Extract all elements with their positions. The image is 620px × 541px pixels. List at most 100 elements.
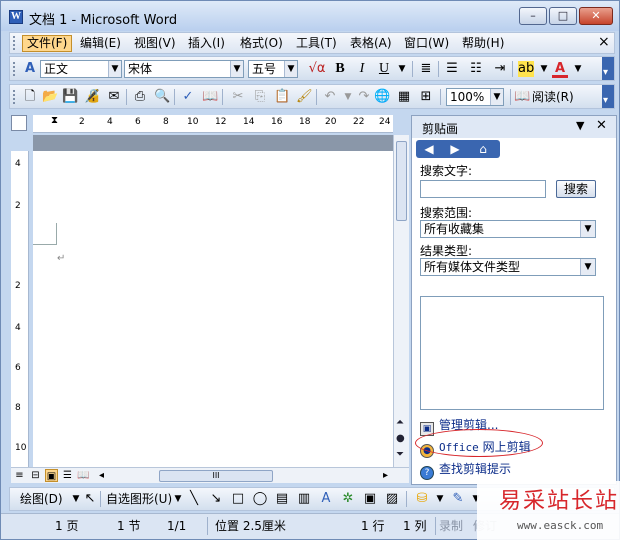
vertical-scroll-thumb[interactable]: [396, 141, 407, 221]
insert-table-icon[interactable]: ⊞: [418, 89, 434, 105]
clip-art-icon[interactable]: ▣: [362, 491, 378, 507]
clip-tips-link[interactable]: ? 查找剪辑提示: [420, 460, 511, 480]
menu-help[interactable]: 帮助(H): [458, 35, 508, 52]
bold-button[interactable]: B: [332, 61, 348, 77]
back-icon[interactable]: ◀: [420, 141, 438, 157]
minimize-button[interactable]: –: [519, 7, 547, 25]
vertical-ruler[interactable]: 4 2 2 4 6 8 10: [11, 151, 29, 467]
picture-icon[interactable]: ▨: [384, 491, 400, 507]
open-folder-icon[interactable]: 📂: [42, 89, 58, 105]
rectangle-icon[interactable]: □: [230, 491, 246, 507]
previous-page-icon[interactable]: ⏶: [396, 417, 404, 428]
autoshapes-menu-button[interactable]: 自选图形(U): [106, 491, 172, 507]
menu-view[interactable]: 视图(V): [130, 35, 180, 52]
redo-icon[interactable]: ↷: [356, 89, 372, 105]
search-button[interactable]: 搜索: [556, 180, 596, 198]
undo-icon[interactable]: ↶: [322, 89, 338, 105]
clip-results-box[interactable]: [420, 296, 604, 410]
horizontal-scrollbar[interactable]: ≡ ⊟ ▣ ☰ 📖 ◂ III ▸: [11, 467, 409, 483]
horizontal-scroll-thumb[interactable]: III: [159, 470, 273, 482]
search-text-input[interactable]: [420, 180, 546, 198]
forward-icon[interactable]: ▶: [446, 141, 464, 157]
chevron-down-icon[interactable]: ▼: [570, 61, 586, 77]
chevron-down-icon[interactable]: ▼: [108, 61, 121, 77]
research-icon[interactable]: 📖: [202, 89, 218, 105]
task-pane-menu-icon[interactable]: ▼: [576, 119, 584, 132]
styles-formatting-icon[interactable]: A: [22, 61, 38, 77]
web-view-icon[interactable]: ⊟: [29, 469, 42, 482]
text-box-icon[interactable]: ▤: [274, 491, 290, 507]
format-painter-icon[interactable]: 🖌: [296, 89, 313, 105]
horizontal-ruler[interactable]: 2 4 6 8 10 12 14 16 18 20 22 24 ⧗: [33, 115, 393, 133]
chevron-down-icon[interactable]: ▼: [394, 61, 410, 77]
justify-icon[interactable]: ≣: [418, 61, 434, 77]
next-page-icon[interactable]: ⏷: [396, 449, 404, 460]
chevron-down-icon[interactable]: ▼: [340, 89, 356, 105]
document-close-icon[interactable]: ×: [598, 34, 610, 50]
vertical-text-box-icon[interactable]: ▥: [296, 491, 312, 507]
print-preview-icon[interactable]: 🔍: [154, 89, 170, 105]
paste-icon[interactable]: 📋: [274, 89, 290, 105]
font-size-combo[interactable]: 五号 ▼: [248, 60, 298, 78]
home-icon[interactable]: ⌂: [474, 141, 492, 157]
tables-borders-icon[interactable]: ▦: [396, 89, 412, 105]
oval-icon[interactable]: ◯: [252, 491, 268, 507]
chevron-down-icon[interactable]: ▼: [230, 61, 243, 77]
vertical-scrollbar[interactable]: ⏶ ● ⏷: [393, 135, 409, 467]
chevron-down-icon[interactable]: ▼: [536, 61, 552, 77]
save-icon[interactable]: 💾: [62, 89, 78, 105]
normal-view-icon[interactable]: ≡: [13, 469, 26, 482]
status-record[interactable]: 录制: [439, 518, 463, 534]
chevron-down-icon[interactable]: ▼: [432, 491, 448, 507]
line-color-icon[interactable]: ✎: [450, 491, 466, 507]
chevron-down-icon[interactable]: ▼: [580, 221, 595, 237]
toolbar-grip[interactable]: [13, 62, 16, 76]
print-layout-view-icon[interactable]: ▣: [45, 469, 58, 482]
close-button[interactable]: ✕: [579, 7, 613, 25]
bullet-list-icon[interactable]: ☷: [468, 61, 484, 77]
menu-file[interactable]: 文件(F): [22, 35, 73, 52]
tab-selector[interactable]: [11, 115, 27, 131]
scroll-left-icon[interactable]: ◂: [95, 469, 108, 482]
diagram-icon[interactable]: ✲: [340, 491, 356, 507]
indent-marker-icon[interactable]: ⧗: [51, 115, 58, 126]
maximize-button[interactable]: □: [549, 7, 577, 25]
italic-button[interactable]: I: [354, 61, 370, 77]
toolbar-options-button[interactable]: [602, 85, 614, 108]
menu-tools[interactable]: 工具(T): [292, 35, 341, 52]
outline-view-icon[interactable]: ☰: [61, 469, 74, 482]
task-pane-close-icon[interactable]: ✕: [596, 118, 607, 133]
menu-insert[interactable]: 插入(I): [184, 35, 229, 52]
menu-table[interactable]: 表格(A): [346, 35, 396, 52]
read-icon[interactable]: 📖: [514, 89, 530, 105]
arrow-icon[interactable]: ↘: [208, 491, 224, 507]
equation-icon[interactable]: √α: [306, 61, 328, 77]
menu-format[interactable]: 格式(O): [236, 35, 287, 52]
word-app-icon[interactable]: W: [9, 10, 23, 24]
wordart-icon[interactable]: A: [318, 491, 334, 507]
document-page[interactable]: [33, 151, 393, 467]
toolbar-grip[interactable]: [13, 90, 16, 104]
new-document-icon[interactable]: 🗋: [22, 89, 38, 105]
cut-icon[interactable]: ✂: [230, 89, 246, 105]
toolbar-options-button[interactable]: [602, 57, 614, 80]
style-combo[interactable]: 正文 ▼: [40, 60, 122, 78]
copy-icon[interactable]: ⎘: [252, 89, 268, 105]
menu-edit[interactable]: 编辑(E): [76, 35, 125, 52]
scroll-right-icon[interactable]: ▸: [379, 469, 392, 482]
line-icon[interactable]: ╲: [186, 491, 202, 507]
browse-object-icon[interactable]: ●: [396, 433, 405, 444]
search-scope-select[interactable]: 所有收藏集 ▼: [420, 220, 596, 238]
draw-menu-button[interactable]: 绘图(D): [20, 491, 63, 507]
font-color-button[interactable]: A: [552, 61, 568, 78]
numbered-list-icon[interactable]: ☰: [444, 61, 460, 77]
reading-view-icon[interactable]: 📖: [77, 469, 90, 482]
menubar-grip[interactable]: [13, 36, 16, 50]
chevron-down-icon[interactable]: ▼: [580, 259, 595, 275]
result-type-select[interactable]: 所有媒体文件类型 ▼: [420, 258, 596, 276]
email-icon[interactable]: ✉: [106, 89, 122, 105]
chevron-down-icon[interactable]: ▼: [170, 491, 186, 507]
fill-color-icon[interactable]: ⛁: [414, 491, 430, 507]
permission-icon[interactable]: 🔏: [84, 89, 100, 105]
hyperlink-icon[interactable]: 🌐: [374, 89, 390, 105]
